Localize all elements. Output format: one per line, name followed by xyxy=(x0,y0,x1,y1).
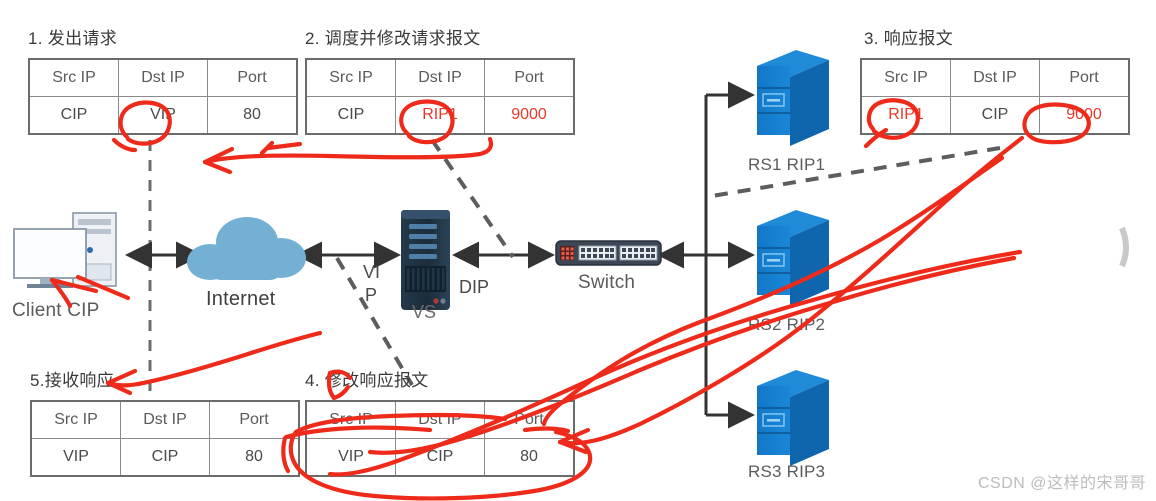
value-port-1: 80 xyxy=(207,96,298,135)
value-dst-ip-5: CIP xyxy=(120,438,210,477)
packet-title-1: 1. 发出请求 xyxy=(28,29,118,48)
internet-cloud-icon xyxy=(187,217,306,280)
label-vip-line2: P xyxy=(365,285,378,305)
rs2-server-icon xyxy=(757,210,829,306)
value-port-2: 9000 xyxy=(484,96,575,135)
table-row: CIP VIP 80 xyxy=(28,96,298,135)
value-src-ip-1: CIP xyxy=(28,96,119,135)
packet-table-1: Src IP Dst IP Port CIP VIP 80 xyxy=(28,58,298,135)
table-row: VIP CIP 80 xyxy=(305,438,575,477)
rs1-server-icon xyxy=(757,50,829,146)
header-dst-ip-4: Dst IP xyxy=(395,400,485,439)
table-row: CIP RIP1 9000 xyxy=(305,96,575,135)
label-rs1: RS1 RIP1 xyxy=(748,155,826,174)
value-dst-ip-1: VIP xyxy=(118,96,208,135)
header-port-4: Port xyxy=(484,400,575,439)
value-port-3: 9000 xyxy=(1039,96,1130,135)
packet-table-5: Src IP Dst IP Port VIP CIP 80 xyxy=(30,400,300,477)
table-row: Src IP Dst IP Port xyxy=(28,58,298,97)
lvs-nat-diagram: 1. 发出请求 Src IP Dst IP Port CIP VIP 80 2.… xyxy=(0,0,1156,501)
label-vs: VS xyxy=(412,302,437,322)
header-src-ip-1: Src IP xyxy=(28,58,119,97)
header-port-2: Port xyxy=(484,58,575,97)
header-dst-ip-2: Dst IP xyxy=(395,58,485,97)
value-src-ip-5: VIP xyxy=(30,438,121,477)
value-src-ip-3: RIP1 xyxy=(860,96,951,135)
table-row: Src IP Dst IP Port xyxy=(305,58,575,97)
label-rs3: RS3 RIP3 xyxy=(748,462,826,481)
header-port-5: Port xyxy=(209,400,300,439)
value-dst-ip-3: CIP xyxy=(950,96,1040,135)
header-port-3: Port xyxy=(1039,58,1130,97)
table-row: Src IP Dst IP Port xyxy=(30,400,300,439)
table-row: VIP CIP 80 xyxy=(30,438,300,477)
value-src-ip-2: CIP xyxy=(305,96,396,135)
client-icon xyxy=(13,212,117,288)
packet-title-3: 3. 响应报文 xyxy=(864,29,954,48)
rs3-server-icon xyxy=(757,370,829,466)
packet-table-4: Src IP Dst IP Port VIP CIP 80 xyxy=(305,400,575,477)
packet-table-2: Src IP Dst IP Port CIP RIP1 9000 xyxy=(305,58,575,135)
header-src-ip-3: Src IP xyxy=(860,58,951,97)
vs-server-icon xyxy=(401,210,450,310)
label-rs2: RS2 RIP2 xyxy=(748,315,826,334)
packet-title-2: 2. 调度并修改请求报文 xyxy=(305,29,481,48)
label-vip-line1: VI xyxy=(363,262,381,282)
header-src-ip-5: Src IP xyxy=(30,400,121,439)
label-internet: Internet xyxy=(206,288,276,310)
packet-title-4: 4. 修改响应报文 xyxy=(305,371,429,390)
csdn-watermark: CSDN @这样的宋哥哥 xyxy=(977,475,1146,492)
value-port-5: 80 xyxy=(209,438,300,477)
header-dst-ip-5: Dst IP xyxy=(120,400,210,439)
packet-title-5: 5.接收响应 xyxy=(30,371,114,390)
value-dst-ip-4: CIP xyxy=(395,438,485,477)
label-switch: Switch xyxy=(578,272,636,293)
table-row: RIP1 CIP 9000 xyxy=(860,96,1130,135)
value-port-4: 80 xyxy=(484,438,575,477)
table-row: Src IP Dst IP Port xyxy=(860,58,1130,97)
header-src-ip-4: Src IP xyxy=(305,400,396,439)
header-dst-ip-1: Dst IP xyxy=(118,58,208,97)
label-client: Client CIP xyxy=(12,300,100,321)
header-port-1: Port xyxy=(207,58,298,97)
value-src-ip-4: VIP xyxy=(305,438,396,477)
switch-icon xyxy=(555,240,662,266)
edge-arc-decoration xyxy=(1119,226,1129,268)
value-dst-ip-2: RIP1 xyxy=(395,96,485,135)
table-row: Src IP Dst IP Port xyxy=(305,400,575,439)
packet-table-3: Src IP Dst IP Port RIP1 CIP 9000 xyxy=(860,58,1130,135)
label-dip: DIP xyxy=(459,277,490,297)
header-dst-ip-3: Dst IP xyxy=(950,58,1040,97)
header-src-ip-2: Src IP xyxy=(305,58,396,97)
